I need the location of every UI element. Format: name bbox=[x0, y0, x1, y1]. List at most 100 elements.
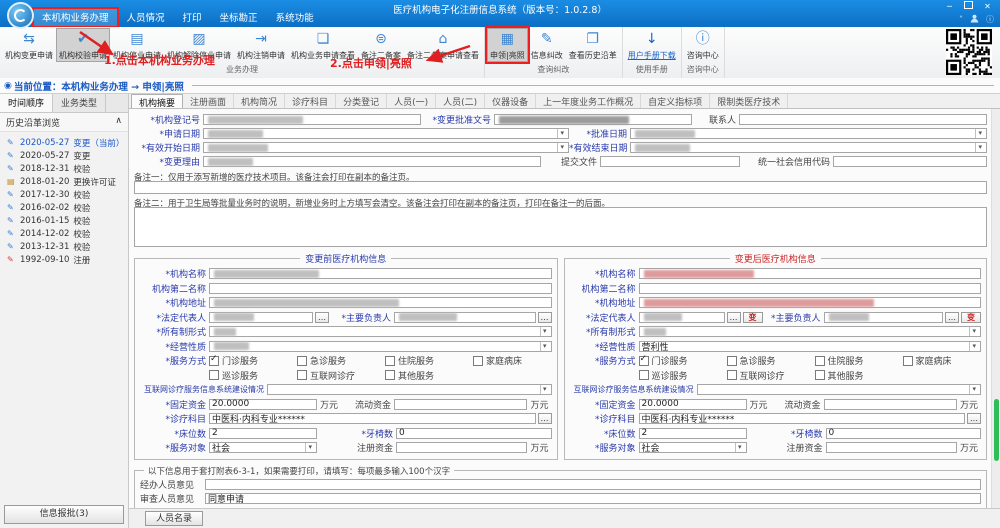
service-checkbox[interactable]: 其他服务 bbox=[385, 369, 473, 382]
liquid-fund-field[interactable] bbox=[824, 399, 957, 410]
subjects-picker-button[interactable]: … bbox=[967, 413, 981, 424]
principal-picker-button[interactable]: … bbox=[538, 312, 552, 323]
toolbar-button[interactable]: ⓘ 咨询中心 bbox=[684, 28, 722, 62]
apply-date-select[interactable]: ▾ bbox=[203, 128, 569, 139]
history-list-item[interactable]: ✎ 2016-01-15 校验 bbox=[2, 214, 126, 227]
toolbar-button[interactable]: ⊜ 备注二备案 bbox=[358, 28, 404, 62]
dropdown-arrow-icon[interactable]: ▾ bbox=[557, 143, 566, 152]
menu-item[interactable]: 坐标勘正 bbox=[211, 8, 267, 27]
toolbar-button[interactable]: ⇥ 机构注销申请 bbox=[234, 28, 288, 62]
principal-field[interactable] bbox=[824, 312, 944, 323]
dropdown-arrow-icon[interactable]: ▾ bbox=[540, 385, 549, 394]
history-list-item[interactable]: ✎ 1992-09-10 注册 bbox=[2, 253, 126, 266]
service-checkbox[interactable]: 住院服务 bbox=[385, 354, 473, 367]
dropdown-arrow-icon[interactable]: ▾ bbox=[969, 342, 978, 351]
user-icon[interactable] bbox=[970, 14, 979, 25]
menu-item[interactable]: 人员情况 bbox=[118, 8, 174, 27]
sidebar-panel-header[interactable]: 历史沿革浏览 ∧ bbox=[0, 113, 128, 132]
nature-select[interactable]: 营利性▾ bbox=[639, 341, 982, 352]
toolbar-button[interactable]: ↓ 用户手册下载 bbox=[625, 28, 679, 62]
target-select[interactable]: 社会▾ bbox=[639, 442, 747, 453]
dropdown-arrow-icon[interactable]: ▾ bbox=[969, 385, 978, 394]
internet-service-select[interactable]: ▾ bbox=[267, 384, 552, 395]
reviewer-opinion-field[interactable]: 同意申请 bbox=[205, 493, 981, 504]
org-name-field[interactable] bbox=[639, 268, 982, 279]
chairs-field[interactable]: 0 bbox=[826, 428, 982, 439]
main-tab[interactable]: 人员(二) bbox=[436, 94, 485, 108]
service-checkbox[interactable]: 巡诊服务 bbox=[209, 369, 297, 382]
close-button[interactable]: ✕ bbox=[978, 0, 997, 13]
legal-rep-field[interactable] bbox=[639, 312, 725, 323]
main-tab[interactable]: 上一年度业务工作概况 bbox=[536, 94, 641, 108]
chairs-field[interactable]: 0 bbox=[396, 428, 552, 439]
reg-no-field[interactable] bbox=[203, 114, 421, 125]
dropdown-arrow-icon[interactable]: ▾ bbox=[975, 129, 984, 138]
submit-file-field[interactable] bbox=[600, 156, 740, 167]
history-list-item[interactable]: ✎ 2018-12-31 校验 bbox=[2, 162, 126, 175]
subjects-field[interactable]: 中医科·内科专业****** bbox=[209, 413, 536, 424]
fixed-fund-field[interactable]: 20.0000 bbox=[209, 399, 317, 410]
note2-field[interactable] bbox=[134, 207, 987, 247]
service-checkbox[interactable]: 其他服务 bbox=[815, 369, 903, 382]
service-checkbox[interactable]: 互联网诊疗 bbox=[297, 369, 385, 382]
dropdown-arrow-icon[interactable]: ▾ bbox=[305, 443, 314, 452]
menu-item[interactable]: 本机构业务办理 bbox=[33, 8, 118, 27]
history-list-item[interactable]: ✎ 2014-12-02 校验 bbox=[2, 227, 126, 240]
org-address-field[interactable] bbox=[639, 297, 982, 308]
dropdown-arrow-icon[interactable]: ▾ bbox=[540, 327, 549, 336]
reason-field[interactable] bbox=[203, 156, 541, 167]
fixed-fund-field[interactable]: 20.0000 bbox=[639, 399, 747, 410]
subjects-picker-button[interactable]: … bbox=[538, 413, 552, 424]
history-list-item[interactable]: ✎ 2020-05-27 变更（当前） bbox=[2, 136, 126, 149]
toolbar-button[interactable]: ▨ 机构解除停业申请 bbox=[164, 28, 234, 62]
menu-item[interactable]: 打印 bbox=[174, 8, 211, 27]
main-tab[interactable]: 自定义指标项 bbox=[641, 94, 710, 108]
history-list-item[interactable]: ✎ 2017-12-30 校验 bbox=[2, 188, 126, 201]
liquid-fund-field[interactable] bbox=[394, 399, 527, 410]
minimize-button[interactable]: ─ bbox=[940, 0, 959, 13]
collapse-ribbon-icon[interactable]: ˄ bbox=[959, 15, 963, 24]
legal-rep-field[interactable] bbox=[209, 312, 313, 323]
sidebar-tab[interactable]: 业务类型 bbox=[53, 94, 106, 112]
maximize-button[interactable] bbox=[959, 0, 978, 13]
legal-rep-change-button[interactable]: 变 bbox=[743, 312, 763, 323]
service-checkbox[interactable]: 门诊服务 bbox=[209, 354, 297, 367]
dropdown-arrow-icon[interactable]: ▾ bbox=[969, 327, 978, 336]
service-checkbox[interactable]: 住院服务 bbox=[815, 354, 903, 367]
legal-rep-picker-button[interactable]: … bbox=[315, 312, 329, 323]
service-checkbox[interactable]: 门诊服务 bbox=[639, 354, 727, 367]
subjects-field[interactable]: 中医科·内科专业****** bbox=[639, 413, 966, 424]
dropdown-arrow-icon[interactable]: ▾ bbox=[975, 143, 984, 152]
reg-fund-field[interactable] bbox=[826, 442, 957, 453]
internet-service-select[interactable]: ▾ bbox=[697, 384, 982, 395]
help-info-icon[interactable]: ⓘ bbox=[986, 14, 994, 25]
ownership-select[interactable]: ▾ bbox=[209, 326, 552, 337]
service-checkbox[interactable]: 互联网诊疗 bbox=[727, 369, 815, 382]
service-checkbox[interactable]: 家庭病床 bbox=[903, 354, 991, 367]
main-tab[interactable]: 仪器设备 bbox=[485, 94, 536, 108]
menu-item[interactable]: 系统功能 bbox=[267, 8, 323, 27]
valid-start-select[interactable]: ▾ bbox=[203, 142, 569, 153]
valid-end-select[interactable]: ▾ bbox=[630, 142, 987, 153]
toolbar-button[interactable]: ❏ 机构业务申请查看 bbox=[288, 28, 358, 62]
approval-no-field[interactable] bbox=[494, 114, 692, 125]
main-tab[interactable]: 诊疗科目 bbox=[285, 94, 336, 108]
main-tab[interactable]: 限制类医疗技术 bbox=[710, 94, 788, 108]
toolbar-button[interactable]: ✔ 机构校验申请 bbox=[56, 28, 110, 62]
org-second-name-field[interactable] bbox=[639, 283, 982, 294]
dropdown-arrow-icon[interactable]: ▾ bbox=[557, 129, 566, 138]
dropdown-arrow-icon[interactable]: ▾ bbox=[540, 342, 549, 351]
target-select[interactable]: 社会▾ bbox=[209, 442, 317, 453]
service-checkbox[interactable]: 家庭病床 bbox=[473, 354, 561, 367]
history-list-item[interactable]: ✎ 2016-02-02 校验 bbox=[2, 201, 126, 214]
nature-select[interactable]: ▾ bbox=[209, 341, 552, 352]
contact-field[interactable] bbox=[739, 114, 987, 125]
main-tab[interactable]: 机构摘要 bbox=[131, 94, 183, 108]
main-tab[interactable]: 分类登记 bbox=[336, 94, 387, 108]
approve-date-select[interactable]: ▾ bbox=[630, 128, 987, 139]
legal-rep-picker-button[interactable]: … bbox=[727, 312, 741, 323]
info-submit-button[interactable]: 信息报批(3) bbox=[4, 505, 124, 524]
person-list-button[interactable]: 人员名录 bbox=[145, 511, 203, 526]
beds-field[interactable]: 2 bbox=[639, 428, 747, 439]
toolbar-button[interactable]: ▦ 申领|亮照 bbox=[487, 28, 528, 62]
